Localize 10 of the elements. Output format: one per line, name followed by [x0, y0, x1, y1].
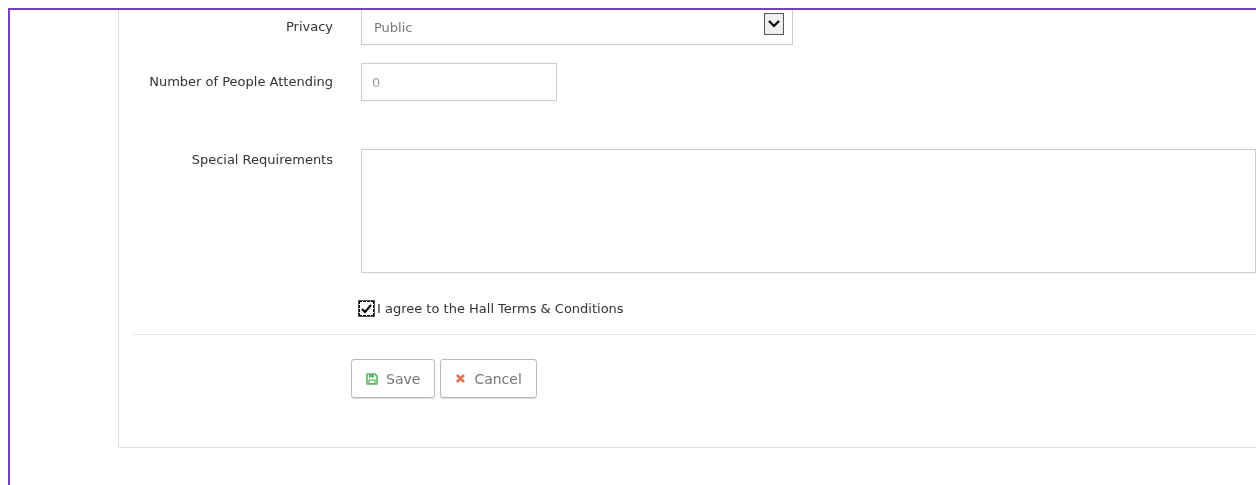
number-input[interactable]: 0 — [361, 63, 557, 101]
cancel-button[interactable]: Cancel — [440, 359, 537, 398]
field-label: Privacy — [284, 18, 334, 36]
terms-checkbox[interactable] — [359, 301, 374, 316]
field-label: Special Requirements — [190, 151, 334, 169]
terms-label: I agree to the Hall Terms & Conditions — [377, 301, 624, 316]
x-icon — [455, 373, 467, 384]
privacy-select[interactable]: Public — [361, 10, 793, 45]
field-label: Number of People Attending — [148, 73, 334, 91]
save-button[interactable]: Save — [351, 359, 436, 398]
